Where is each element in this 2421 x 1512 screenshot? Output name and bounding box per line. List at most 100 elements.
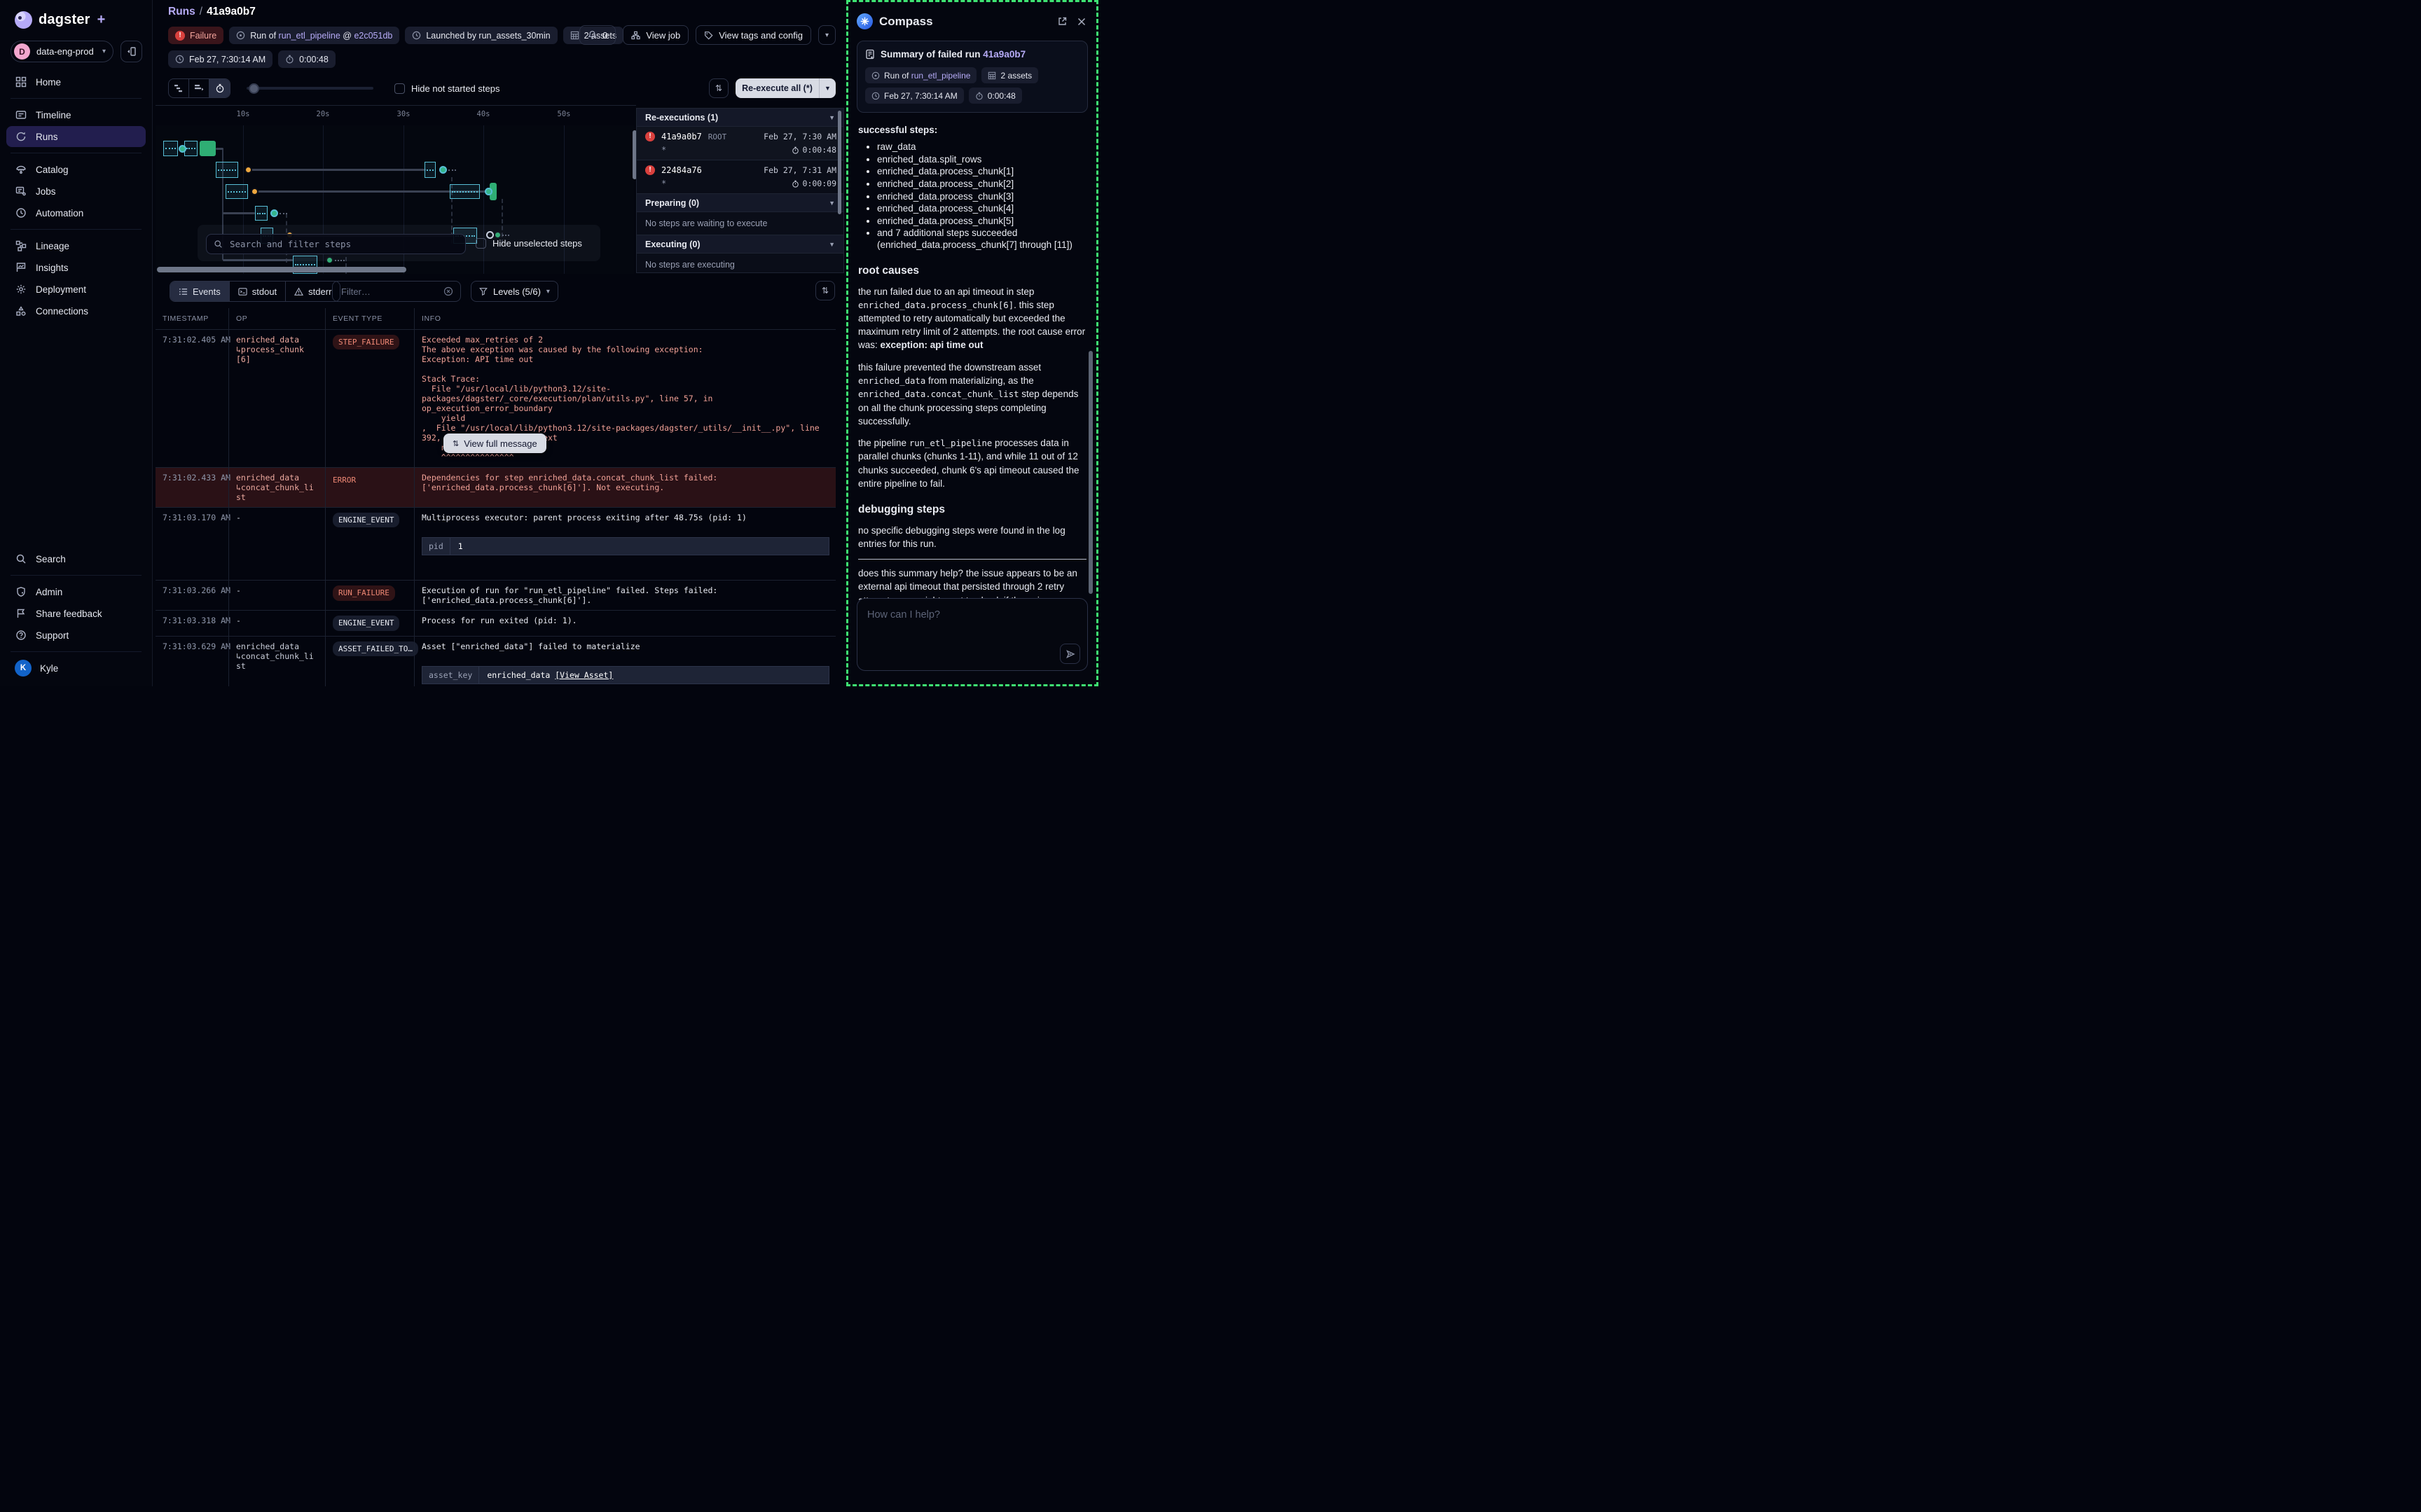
root-causes-paragraph-1: the run failed due to an api timeout in … [858,285,1087,352]
shield-icon [15,585,27,598]
sidebar-item-automation[interactable]: Automation [6,202,146,223]
event-type-badge: ENGINE_EVENT [333,513,399,527]
more-actions-button[interactable]: ▾ [818,25,836,45]
sidebar-item-label: Connections [36,306,88,317]
send-button[interactable] [1060,644,1080,664]
step-marker[interactable] [179,145,186,153]
retry-marker[interactable] [251,188,258,195]
sidebar-item-support[interactable]: Support [6,625,146,646]
hide-unselected-control: Hide unselected steps [476,238,582,249]
log-sort-button[interactable]: ⇅ [815,281,835,300]
table-row[interactable]: 7:31:02.433 AM enriched_data ↳concat_chu… [156,467,836,507]
bell-icon [588,30,597,40]
table-row[interactable]: 7:31:03.266 AM - RUN_FAILURE Execution o… [156,580,836,610]
reexecute-all-button[interactable]: Re-execute all (*) ▼ [736,78,836,98]
sidebar-item-user[interactable]: K Kyle [6,658,146,679]
run-of-tag[interactable]: Run of run_etl_pipeline @ e2c051db [229,27,399,44]
warning-icon [294,287,303,296]
step-search-box[interactable] [206,234,466,254]
search-icon [15,553,27,565]
sidebar-item-runs[interactable]: Runs [6,126,146,147]
sidebar-item-home[interactable]: Home [6,71,146,92]
sidebar-item-connections[interactable]: Connections [6,300,146,321]
retry-marker[interactable] [244,166,252,174]
sidebar-item-label: Share feedback [36,609,102,619]
tab-stdout[interactable]: stdout [230,282,286,301]
sidebar-item-catalog[interactable]: Catalog [6,159,146,180]
tab-events[interactable]: Events [170,282,230,301]
summary-run-pill[interactable]: Run of run_etl_pipeline [865,67,977,83]
levels-dropdown[interactable]: Levels (5/6) ▾ [471,281,558,302]
breadcrumb-runs-link[interactable]: Runs [168,6,195,18]
compass-panel: Compass Summary of failed run 41a9a0b7 R… [846,0,1098,686]
sidebar-item-share-feedback[interactable]: Share feedback [6,603,146,624]
gantt-view-flat-button[interactable] [189,79,209,97]
breadcrumb: Runs/41a9a0b7 [168,6,256,18]
log-filter-box[interactable] [332,281,461,302]
gantt-bar[interactable] [255,206,268,221]
preparing-header[interactable]: Preparing (0)▼ [637,194,843,212]
compass-chat-input[interactable] [857,599,1087,648]
step-marker[interactable] [439,166,447,174]
gantt-bar[interactable] [216,162,238,178]
sidebar-item-deployment[interactable]: Deployment [6,279,146,300]
gantt-bar[interactable] [450,184,480,199]
table-row[interactable]: 7:31:03.318 AM - ENGINE_EVENT Process fo… [156,610,836,635]
clear-filter-icon[interactable] [443,286,453,296]
sidebar-item-label: Deployment [36,284,86,295]
gantt-view-waterfall-button[interactable] [169,79,189,97]
reexecutions-header[interactable]: Re-executions (1)▼ [637,109,843,127]
events-table: TIMESTAMP OP EVENT TYPE INFO 7:31:02.405… [156,308,836,686]
view-asset-link[interactable]: [View Asset] [555,670,613,680]
step-marker[interactable] [485,188,492,195]
compass-title: Compass [879,15,1049,29]
sidebar-item-search[interactable]: Search [6,548,146,569]
step-search-input[interactable] [228,238,458,250]
log-filter-input[interactable] [340,286,438,298]
hide-unselected-checkbox[interactable] [476,238,486,249]
gantt-view-timed-button[interactable] [209,79,230,97]
view-tags-config-button[interactable]: View tags and config [696,25,811,45]
gantt-horizontal-scrollbar[interactable] [157,267,406,272]
gantt-bar[interactable] [226,184,248,199]
gantt-zoom-slider-thumb[interactable] [249,83,259,94]
chevron-down-icon: ▼ [829,241,835,248]
table-row[interactable]: 7:31:03.629 AM enriched_data ↳concat_chu… [156,636,836,686]
executing-header[interactable]: Executing (0)▼ [637,235,843,254]
commit-link[interactable]: e2c051db [354,31,392,41]
reexecutions-scrollbar[interactable] [838,111,841,214]
sidebar-item-admin[interactable]: Admin [6,581,146,602]
sidebar-item-label: Lineage [36,241,69,251]
gantt-bar[interactable] [425,162,436,178]
step-marker[interactable] [270,209,278,217]
pipeline-link[interactable]: run_etl_pipeline [279,31,340,41]
sidebar-item-insights[interactable]: Insights [6,257,146,278]
sidebar-item-timeline[interactable]: Timeline [6,104,146,125]
gantt-zoom-slider[interactable] [247,87,373,90]
table-row[interactable]: 7:31:03.170 AM - ENGINE_EVENT Multiproce… [156,507,836,580]
sidebar-item-label: Automation [36,208,83,219]
sidebar-collapse-button[interactable] [120,41,142,62]
preparing-empty-text: No steps are waiting to execute [637,212,843,235]
hide-not-started-checkbox[interactable] [394,83,405,94]
alerts-button[interactable]: 0 [579,25,616,45]
reexecution-order-button[interactable]: ⇅ [709,78,729,98]
axis-tick: 50s [552,110,576,118]
gantt-canvas[interactable]: Hide unselected steps [156,125,634,274]
tag-icon [704,31,713,40]
run-duration-tag: 0:00:48 [278,50,336,68]
open-external-icon[interactable] [1056,15,1069,28]
sidebar-item-jobs[interactable]: Jobs [6,181,146,202]
launched-by-tag[interactable]: Launched by run_assets_30min [405,27,557,44]
reexecution-run-item[interactable]: ! 22484a76 Feb 27, 7:31 AM * 0:00:09 [637,160,843,194]
deployment-avatar: D [14,43,30,60]
view-job-button[interactable]: View job [623,25,689,45]
gantt-bar[interactable] [163,141,178,156]
close-icon[interactable] [1075,15,1088,28]
compass-scrollbar[interactable] [1089,351,1093,594]
view-full-message-button[interactable]: ⇅ View full message [443,434,546,453]
deployment-switcher[interactable]: D data-eng-prod ▾ [11,41,113,62]
gantt-bar-success[interactable] [200,141,216,156]
reexecution-run-item[interactable]: ! 41a9a0b7 ROOT Feb 27, 7:30 AM * 0:00:4… [637,127,843,160]
sidebar-item-lineage[interactable]: Lineage [6,235,146,256]
